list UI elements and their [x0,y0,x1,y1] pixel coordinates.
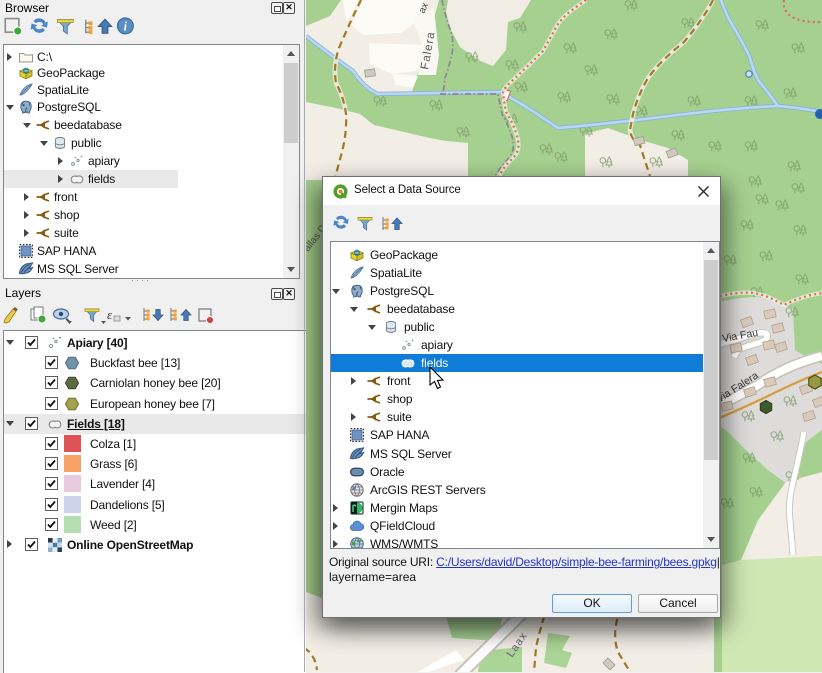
svg-text:ε: ε [107,307,113,322]
svg-text:i: i [124,19,128,33]
